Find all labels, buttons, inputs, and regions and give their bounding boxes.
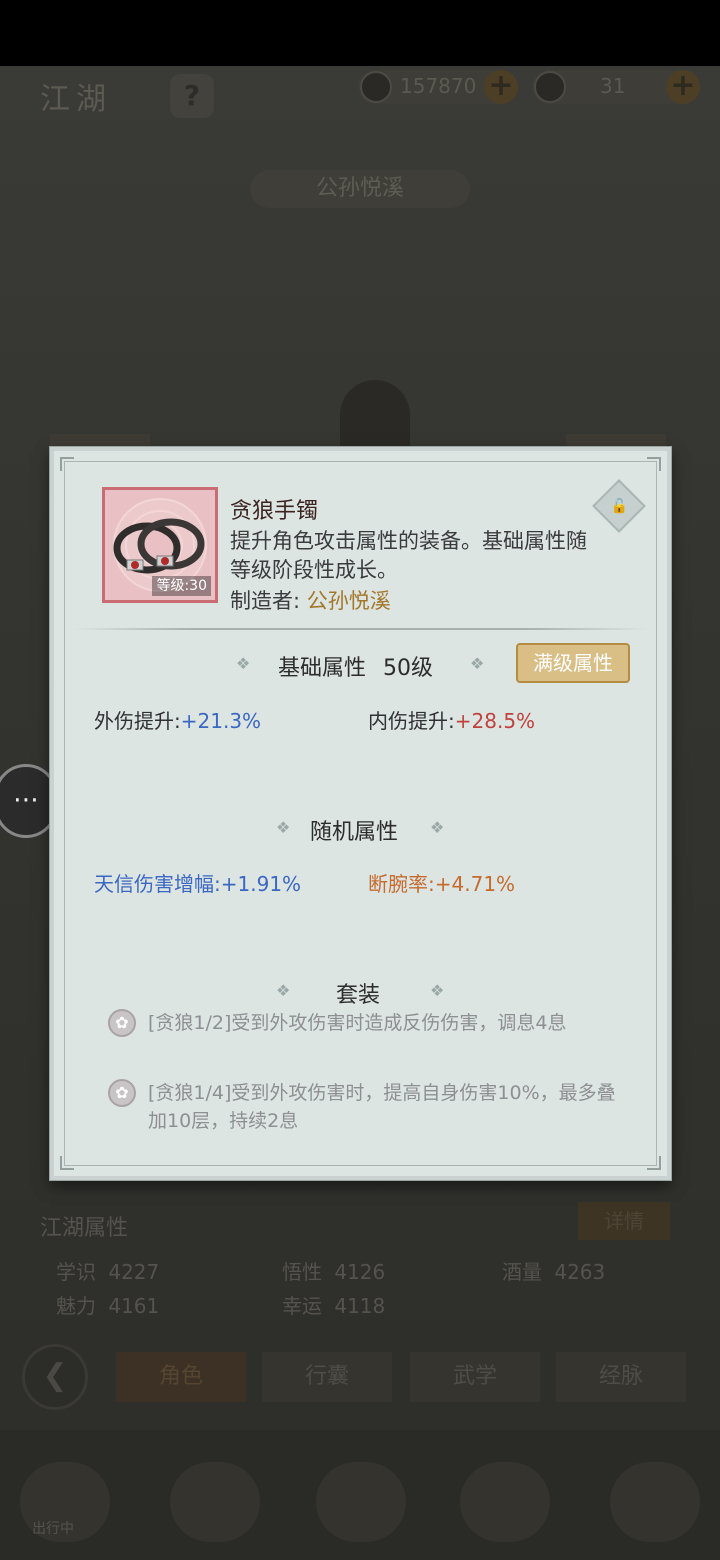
travel-nav-icon[interactable]: 出行中	[20, 1462, 110, 1542]
help-button[interactable]: ?	[170, 74, 214, 118]
base-attr-label: 基础属性	[278, 656, 367, 681]
coin-counter: 157870 +	[358, 70, 518, 104]
diamond-ornament-icon: ❖	[430, 981, 445, 1000]
add-coin-button[interactable]: +	[484, 70, 518, 104]
stat-value: 4263	[554, 1260, 606, 1284]
item-level-badge: 等级:30	[152, 576, 211, 596]
maker-name: 公孙悦溪	[306, 589, 391, 613]
stat-label: 学识	[56, 1260, 96, 1284]
stat-value: +21.3%	[180, 709, 262, 733]
stat-external-damage: 外伤提升:+21.3%	[94, 705, 261, 734]
compass-nav-icon[interactable]	[316, 1462, 406, 1542]
stat-label: 酒量	[502, 1260, 542, 1284]
item-description: 提升角色攻击属性的装备。基础属性随等级阶段性成长。	[230, 529, 587, 582]
corner-ornament	[647, 1156, 661, 1170]
set-effect-row: ✿ [贪狼1/4]受到外攻伤害时，提高自身伤害10%，最多叠加10层，持续2息	[108, 1079, 628, 1139]
wave-nav-icon[interactable]	[460, 1462, 550, 1542]
stat-label: 悟性	[282, 1260, 322, 1284]
flower-icon: ✿	[108, 1079, 136, 1107]
diamond-ornament-icon: ❖	[276, 818, 291, 837]
tab-martial-arts[interactable]: 武学	[410, 1352, 540, 1402]
detail-button[interactable]: 详情	[578, 1202, 670, 1240]
diamond-ornament-icon: ❖	[470, 654, 485, 673]
stat-luck: 幸运 4118	[282, 1290, 385, 1319]
tab-meridians[interactable]: 经脉	[556, 1352, 686, 1402]
silver-value: 31	[600, 74, 626, 98]
scene-title: 江湖	[40, 82, 112, 117]
diamond-ornament-icon: ❖	[276, 981, 291, 1000]
stat-knowledge: 学识 4227	[56, 1256, 159, 1285]
stat-tianxin-damage: 天信伤害增幅:+1.91%	[94, 868, 301, 897]
bird-nav-icon[interactable]	[170, 1462, 260, 1542]
tab-character[interactable]: 角色	[116, 1352, 246, 1402]
stat-value: 4161	[108, 1294, 160, 1318]
item-maker: 制造者: 公孙悦溪	[230, 585, 391, 615]
base-attr-level: 50级	[383, 656, 434, 681]
maker-label: 制造者:	[230, 589, 301, 613]
jianghu-attr-title: 江湖属性	[40, 1216, 129, 1241]
status-bar	[0, 0, 720, 66]
set-effect-text: [贪狼1/4]受到外攻伤害时，提高自身伤害10%，最多叠加10层，持续2息	[148, 1082, 616, 1132]
add-silver-button[interactable]: +	[666, 70, 700, 104]
stat-drinking: 酒量 4263	[502, 1256, 605, 1285]
back-button[interactable]: ❮	[22, 1344, 88, 1410]
base-attr-title: 基础属性 50级	[278, 650, 433, 682]
random-attr-title: 随机属性	[310, 820, 399, 845]
item-name: 贪狼手镯	[230, 499, 319, 524]
character-name-banner: 公孙悦溪	[250, 170, 470, 208]
silver-counter: 31 +	[532, 70, 700, 104]
diamond-ornament-icon: ❖	[430, 818, 445, 837]
stat-label: 断腕率:	[368, 872, 435, 896]
stat-value: 4126	[334, 1260, 386, 1284]
corner-ornament	[647, 457, 661, 471]
stat-value: +4.71%	[434, 872, 516, 896]
stat-label: 内伤提升:	[368, 709, 455, 733]
stat-value: +28.5%	[454, 709, 536, 733]
travel-label: 出行中	[32, 1521, 74, 1537]
silver-ingot-icon	[534, 71, 566, 103]
stat-internal-damage: 内伤提升:+28.5%	[368, 705, 535, 734]
tab-inventory[interactable]: 行囊	[262, 1352, 392, 1402]
set-title: 套装	[336, 983, 381, 1008]
flower-icon: ✿	[108, 1009, 136, 1037]
equipment-detail-popup: 等级:30 贪狼手镯 提升角色攻击属性的装备。基础属性随等级阶段性成长。 制造者…	[50, 447, 671, 1180]
stat-value: 4118	[334, 1294, 386, 1318]
stat-value: 4227	[108, 1260, 160, 1284]
stat-label: 外伤提升:	[94, 709, 181, 733]
divider	[74, 628, 647, 630]
stat-wrist-break: 断腕率:+4.71%	[368, 868, 515, 897]
item-icon-frame: 等级:30	[102, 487, 218, 603]
diamond-ornament-icon: ❖	[236, 654, 251, 673]
corner-ornament	[60, 1156, 74, 1170]
coin-value: 157870	[400, 74, 477, 98]
stat-label: 幸运	[282, 1294, 322, 1318]
stat-charm: 魅力 4161	[56, 1290, 159, 1319]
stat-label: 天信伤害增幅:	[94, 872, 221, 896]
set-effect-row: ✿ [贪狼1/2]受到外攻伤害时造成反伤伤害，调息4息	[108, 1009, 628, 1069]
chest-nav-icon[interactable]	[610, 1462, 700, 1542]
max-level-attr-button[interactable]: 满级属性	[516, 643, 630, 683]
stat-value: +1.91%	[220, 872, 302, 896]
stat-label: 魅力	[56, 1294, 96, 1318]
stat-insight: 悟性 4126	[282, 1256, 385, 1285]
coin-icon	[360, 71, 392, 103]
set-effect-text: [贪狼1/2]受到外攻伤害时造成反伤伤害，调息4息	[148, 1012, 567, 1034]
corner-ornament	[60, 457, 74, 471]
